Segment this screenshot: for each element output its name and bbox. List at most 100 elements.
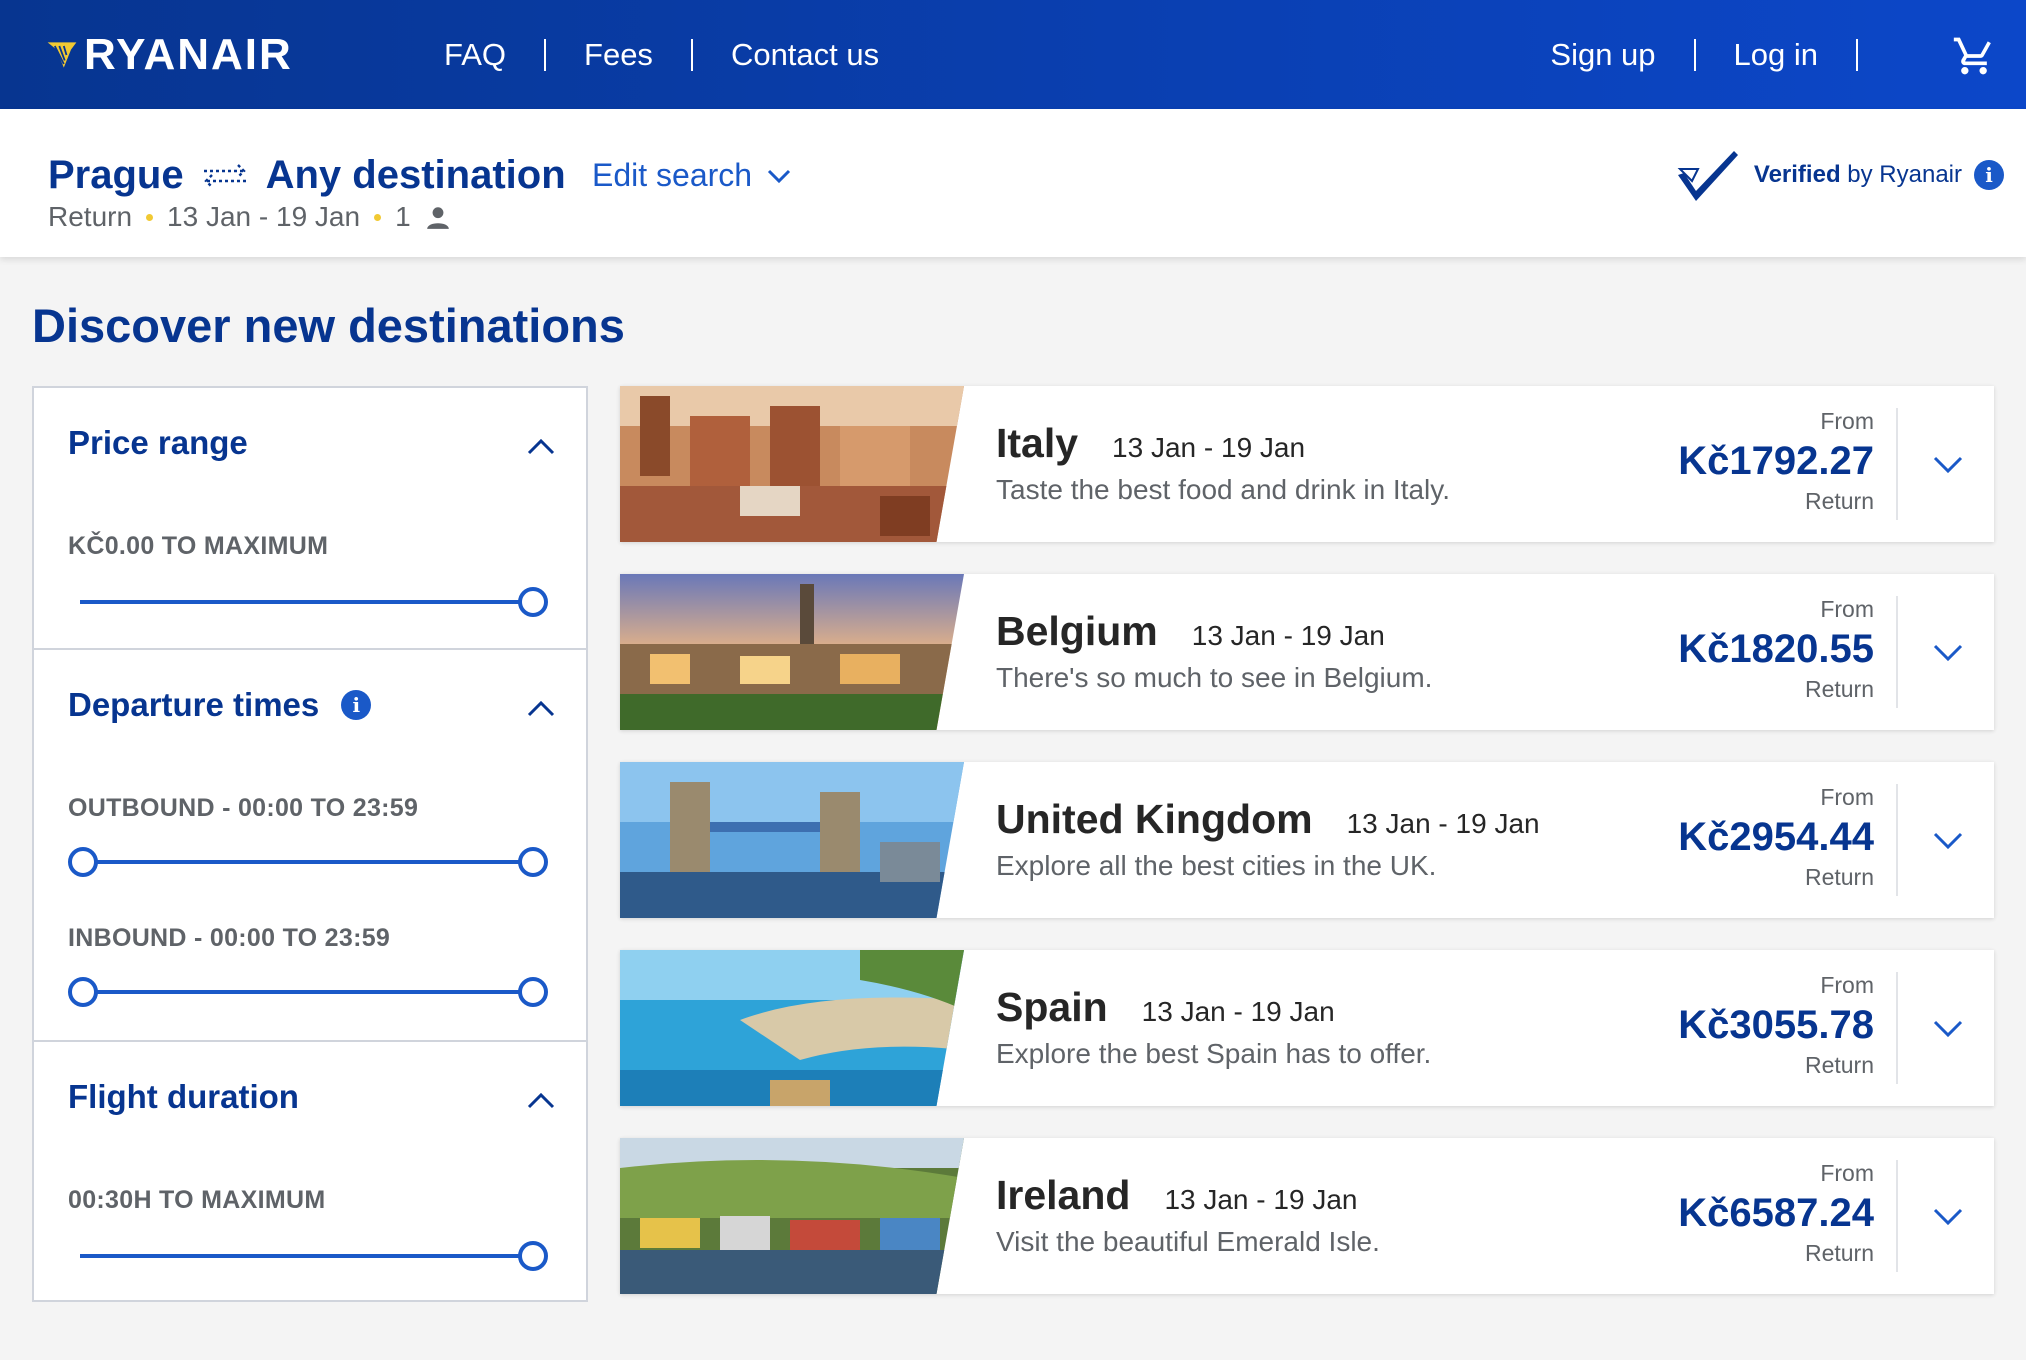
trip-type: Return — [48, 201, 133, 232]
price-return-label: Return — [1804, 1240, 1874, 1266]
search-summary-bar: Prague Any destination Edit search Retur… — [0, 109, 2026, 257]
destination-dates: 13 Jan - 19 Jan — [1346, 808, 1540, 839]
price-range-slider[interactable] — [68, 586, 548, 618]
chevron-down-icon[interactable] — [1932, 1018, 1964, 1040]
chevron-up-icon[interactable] — [526, 436, 556, 456]
person-icon — [426, 207, 449, 229]
verified-bold: Verified — [1753, 161, 1841, 188]
divider — [1896, 596, 1898, 708]
chevron-down-icon[interactable] — [1932, 1206, 1964, 1228]
price-from-label: From — [1820, 596, 1874, 622]
price-return-label: Return — [1804, 1052, 1874, 1078]
destination-description: Explore all the best cities in the UK. — [996, 850, 1437, 881]
route-summary: Prague Any destination — [48, 153, 566, 198]
nav-fees-link[interactable]: Fees — [584, 37, 653, 73]
price-box: From Kč2954.44 Return — [1678, 784, 1874, 891]
chevron-down-icon — [768, 169, 791, 183]
nav-faq-link[interactable]: FAQ — [444, 37, 506, 73]
price-value: Kč6587.24 — [1678, 1191, 1874, 1235]
slider-min-handle[interactable] — [68, 977, 98, 1007]
destination-dates: 13 Jan - 19 Jan — [1112, 432, 1306, 463]
price-value: Kč1820.55 — [1678, 627, 1874, 671]
nav-divider — [544, 38, 547, 71]
round-trip-arrows-icon — [203, 163, 246, 188]
price-from-label: From — [1820, 972, 1874, 998]
price-box: From Kč1792.27 Return — [1678, 408, 1874, 515]
departure-times-heading: Departure times — [68, 686, 320, 723]
slider-max-handle[interactable] — [518, 977, 548, 1007]
price-return-label: Return — [1804, 676, 1874, 702]
price-value: Kč3055.78 — [1678, 1003, 1874, 1047]
divider — [1896, 972, 1898, 1084]
destination-description: Taste the best food and drink in Italy. — [996, 474, 1450, 505]
slider-track — [80, 990, 536, 994]
top-navigation-bar: RYANAIR FAQ Fees Contact us Sign up Log … — [0, 0, 2026, 109]
price-return-label: Return — [1804, 488, 1874, 514]
verified-check-icon — [1677, 151, 1738, 201]
slider-track — [80, 600, 536, 604]
sign-up-link[interactable]: Sign up — [1550, 37, 1655, 73]
price-range-label: KČ0.00 TO MAXIMUM — [68, 532, 329, 560]
slider-track — [80, 1254, 536, 1258]
destination-card-ireland[interactable]: Ireland 13 Jan - 19 Jan Visit the beauti… — [620, 1138, 1994, 1294]
slider-max-handle[interactable] — [518, 847, 548, 877]
slider-min-handle[interactable] — [68, 847, 98, 877]
ryanair-logo[interactable]: RYANAIR — [44, 30, 293, 80]
brand-name: RYANAIR — [84, 30, 293, 79]
destination-card-spain[interactable]: Spain 13 Jan - 19 Jan Explore the best S… — [620, 950, 1994, 1106]
chevron-down-icon[interactable] — [1932, 830, 1964, 852]
nav-divider — [690, 38, 693, 71]
destination-photo — [620, 950, 964, 1106]
trip-details: Return 13 Jan - 19 Jan 1 — [48, 201, 451, 233]
separator-dot — [374, 213, 382, 221]
nav-divider — [1856, 38, 1858, 71]
slider-max-handle[interactable] — [518, 587, 548, 617]
primary-nav: FAQ Fees Contact us — [444, 0, 879, 109]
nav-contact-link[interactable]: Contact us — [731, 37, 879, 73]
destination-card-united-kingdom[interactable]: United Kingdom 13 Jan - 19 Jan Explore a… — [620, 762, 1994, 918]
page-title: Discover new destinations — [32, 299, 625, 352]
destination-city: Any destination — [265, 153, 566, 197]
inbound-label: INBOUND - 00:00 TO 23:59 — [68, 924, 391, 952]
destination-photo — [620, 762, 964, 918]
price-box: From Kč3055.78 Return — [1678, 972, 1874, 1079]
flight-duration-label: 00:30H TO MAXIMUM — [68, 1186, 326, 1214]
flight-duration-slider[interactable] — [68, 1240, 548, 1272]
chevron-up-icon[interactable] — [526, 698, 556, 718]
chevron-down-icon[interactable] — [1932, 642, 1964, 664]
inbound-time-slider[interactable] — [68, 976, 548, 1008]
price-range-filter: Price range KČ0.00 TO MAXIMUM — [34, 388, 586, 650]
divider — [1896, 408, 1898, 520]
chevron-down-icon[interactable] — [1932, 454, 1964, 476]
departure-times-title[interactable]: Departure times i — [68, 686, 372, 724]
separator-dot — [146, 213, 154, 221]
flight-duration-filter: Flight duration 00:30H TO MAXIMUM — [34, 1042, 586, 1300]
flight-duration-title[interactable]: Flight duration — [68, 1078, 299, 1116]
outbound-label: OUTBOUND - 00:00 TO 23:59 — [68, 794, 419, 822]
outbound-time-slider[interactable] — [68, 846, 548, 878]
trip-dates: 13 Jan - 19 Jan — [167, 201, 361, 232]
destination-card-belgium[interactable]: Belgium 13 Jan - 19 Jan There's so much … — [620, 574, 1994, 730]
price-from-label: From — [1820, 1160, 1874, 1186]
departure-times-filter: Departure times i OUTBOUND - 00:00 TO 23… — [34, 650, 586, 1042]
price-value: Kč2954.44 — [1678, 815, 1874, 859]
info-icon[interactable]: i — [341, 690, 372, 720]
log-in-link[interactable]: Log in — [1734, 37, 1818, 73]
destination-card-italy[interactable]: Italy 13 Jan - 19 Jan Taste the best foo… — [620, 386, 1994, 542]
price-from-label: From — [1820, 784, 1874, 810]
edit-search-button[interactable]: Edit search — [592, 157, 792, 194]
destination-description: There's so much to see in Belgium. — [996, 662, 1433, 693]
slider-max-handle[interactable] — [518, 1241, 548, 1271]
price-return-label: Return — [1804, 864, 1874, 890]
passenger-count: 1 — [395, 201, 411, 232]
price-box: From Kč6587.24 Return — [1678, 1160, 1874, 1267]
filters-panel: Price range KČ0.00 TO MAXIMUM Departure … — [32, 386, 588, 1302]
nav-divider — [1693, 38, 1696, 71]
price-range-title[interactable]: Price range — [68, 424, 248, 462]
origin-city: Prague — [48, 153, 184, 197]
info-icon[interactable]: i — [1974, 160, 2004, 190]
cart-icon[interactable] — [1952, 34, 1996, 78]
destination-country: Italy — [996, 420, 1079, 466]
destination-description: Visit the beautiful Emerald Isle. — [996, 1226, 1380, 1257]
chevron-up-icon[interactable] — [526, 1090, 556, 1110]
